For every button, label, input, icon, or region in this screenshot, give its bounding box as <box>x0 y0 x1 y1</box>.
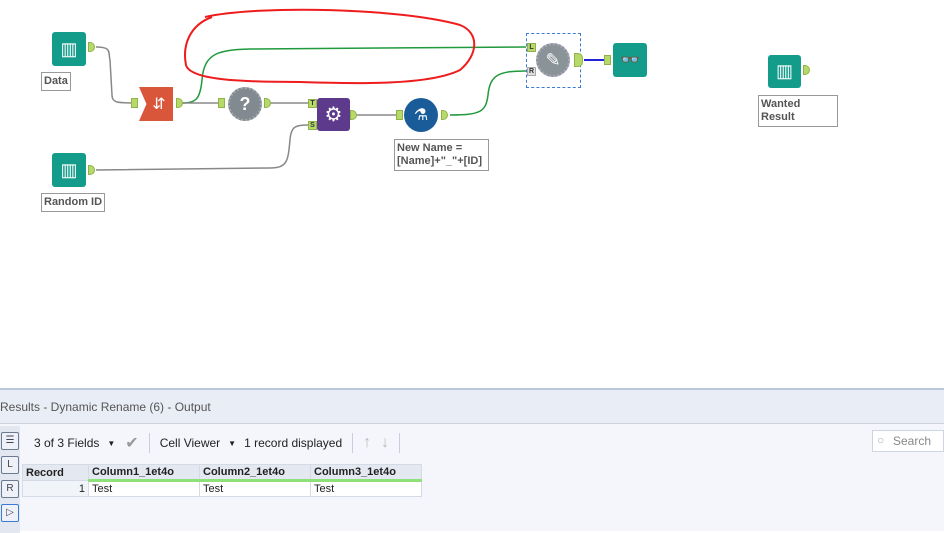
data-input-tool[interactable]: ▥ <box>52 32 86 66</box>
binoculars-icon: 👓 <box>620 52 640 69</box>
cell[interactable]: Test <box>310 480 422 497</box>
question-icon: ? <box>239 93 251 114</box>
connection-formula-to-rename-r <box>449 70 527 116</box>
table-row: 1 Test Test Test <box>22 480 422 497</box>
macro-tool[interactable]: ? <box>228 87 262 121</box>
workflow-canvas[interactable]: ▥ Data ▥ Random ID ⇵ ? T S ⚙ ⚗ New Name … <box>0 0 944 388</box>
arrow-down-icon[interactable]: ↓ <box>381 434 389 452</box>
formula-tool[interactable]: ⚗ <box>404 98 438 132</box>
select-icon: ⇵ <box>152 96 166 113</box>
search-placeholder: Search <box>893 434 932 448</box>
cell[interactable]: Test <box>199 480 311 497</box>
results-table: Record Column1_1et4o Column2_1et4o Colum… <box>22 464 422 497</box>
red-annotation-circle <box>184 8 476 85</box>
left-anchor-view-button[interactable]: L <box>1 456 19 474</box>
chevron-down-icon[interactable]: ▼ <box>228 439 236 448</box>
wanted-result-input-tool[interactable]: ▥ <box>768 55 801 88</box>
flask-icon: ⚗ <box>413 107 429 124</box>
input-anchor[interactable] <box>396 110 403 120</box>
input-anchor[interactable] <box>604 55 611 65</box>
results-title: Results - Dynamic Rename (6) - Output <box>0 390 944 424</box>
record-count: 1 record displayed <box>244 436 343 450</box>
header-column2[interactable]: Column2_1et4o <box>199 464 311 482</box>
output-view-button[interactable]: ▷ <box>1 504 19 522</box>
divider <box>399 433 401 453</box>
rename-left-anchor[interactable]: L <box>527 43 536 52</box>
rename-right-anchor[interactable]: R <box>527 67 536 76</box>
pencil-icon: ✎ <box>545 49 561 70</box>
wanted-result-label: Wanted Result <box>758 95 838 127</box>
gears-icon: ⚙ <box>324 104 343 126</box>
right-anchor-view-button[interactable]: R <box>1 480 19 498</box>
header-record[interactable]: Record <box>22 464 89 481</box>
header-column3[interactable]: Column3_1et4o <box>310 464 422 482</box>
book-icon: ▥ <box>60 38 78 59</box>
table-view-icon[interactable]: ☰ <box>1 432 19 450</box>
results-sidebar: ☰ L R ▷ <box>0 426 20 533</box>
cell[interactable]: Test <box>88 480 200 497</box>
connection-randomid-to-append <box>95 124 309 171</box>
browse-tool[interactable]: 👓 <box>613 43 647 77</box>
arrow-up-icon[interactable]: ↑ <box>363 434 371 452</box>
search-icon: ○ <box>877 433 885 447</box>
data-input-label: Data <box>41 72 71 91</box>
header-column1[interactable]: Column1_1et4o <box>88 464 200 482</box>
append-target-anchor[interactable]: T <box>308 99 317 108</box>
book-icon: ▥ <box>60 159 78 180</box>
random-id-input-tool[interactable]: ▥ <box>52 153 86 187</box>
chevron-down-icon[interactable]: ▼ <box>107 439 115 448</box>
results-toolbar: 3 of 3 Fields ▼ ✔ Cell Viewer ▼ 1 record… <box>22 426 944 460</box>
divider <box>148 433 150 453</box>
connections <box>95 8 604 171</box>
table-header-row: Record Column1_1et4o Column2_1et4o Colum… <box>22 464 422 482</box>
fields-dropdown[interactable]: 3 of 3 Fields <box>34 436 99 450</box>
input-anchor[interactable] <box>218 98 225 108</box>
output-anchor[interactable] <box>574 53 583 67</box>
cell-record[interactable]: 1 <box>22 480 89 497</box>
connection-data-to-select <box>95 46 137 104</box>
book-icon: ▥ <box>775 61 793 81</box>
results-panel: Results - Dynamic Rename (6) - Output ☰ … <box>0 388 944 533</box>
formula-label: New Name = [Name]+"_"+[ID] <box>394 139 489 171</box>
append-fields-tool[interactable]: ⚙ <box>317 98 350 131</box>
search-input[interactable]: ○ Search <box>872 430 944 452</box>
divider <box>352 433 354 453</box>
viewer-dropdown[interactable]: Cell Viewer <box>160 436 220 450</box>
dynamic-rename-tool[interactable]: ✎ <box>536 43 570 77</box>
random-id-label: Random ID <box>41 193 106 212</box>
append-source-anchor[interactable]: S <box>308 121 317 130</box>
checkmark-icon[interactable]: ✔ <box>125 433 138 453</box>
input-anchor[interactable] <box>131 98 138 108</box>
